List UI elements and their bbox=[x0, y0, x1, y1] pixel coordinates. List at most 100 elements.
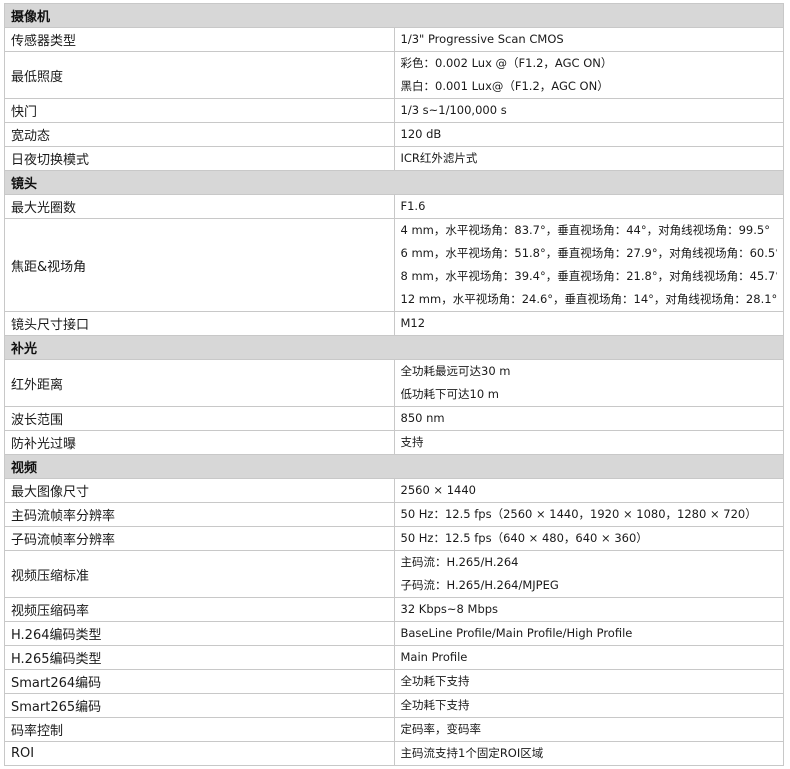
param-value: F1.6 bbox=[393, 194, 784, 219]
spec-row: 镜头尺寸接口 M12 bbox=[4, 311, 784, 336]
spec-row: 码率控制 定码率，变码率 bbox=[4, 717, 784, 742]
spec-row: 视频压缩码率 32 Kbps~8 Mbps bbox=[4, 597, 784, 622]
param-name: 最低照度 bbox=[4, 51, 395, 99]
spec-row: 最大图像尺寸 2560 × 1440 bbox=[4, 478, 784, 503]
param-value-line: 2560 × 1440 bbox=[400, 483, 476, 497]
param-name: 红外距离 bbox=[4, 359, 395, 407]
param-value: ICR红外滤片式 bbox=[393, 146, 784, 171]
param-name: 主码流帧率分辨率 bbox=[4, 502, 395, 527]
spec-row: 日夜切换模式 ICR红外滤片式 bbox=[4, 146, 784, 171]
section-header-row: 视频 bbox=[4, 454, 784, 479]
spec-row: H.264编码类型 BaseLine Profile/Main Profile/H… bbox=[4, 621, 784, 646]
spec-row: 波长范围 850 nm bbox=[4, 406, 784, 431]
param-value: 支持 bbox=[393, 430, 784, 455]
param-value: 1/3 s~1/100,000 s bbox=[393, 98, 784, 123]
param-name: Smart264编码 bbox=[4, 669, 395, 694]
param-value: 1/3" Progressive Scan CMOS bbox=[393, 27, 784, 52]
param-value-line: 50 Hz：12.5 fps（2560 × 1440，1920 × 1080，1… bbox=[400, 507, 757, 521]
param-value-line: 4 mm，水平视场角：83.7°，垂直视场角：44°，对角线视场角：99.5° bbox=[400, 223, 770, 237]
section-title: 摄像机 bbox=[4, 3, 784, 28]
param-value: 850 nm bbox=[393, 406, 784, 431]
spec-row: 红外距离 全功耗最远可达30 m 低功耗下可达10 m bbox=[4, 359, 784, 407]
param-value-line: 黑白：0.001 Lux@（F1.2，AGC ON） bbox=[400, 79, 609, 93]
param-value: 50 Hz：12.5 fps（2560 × 1440，1920 × 1080，1… bbox=[393, 502, 784, 527]
param-value-line: 120 dB bbox=[400, 127, 442, 141]
param-value: 4 mm，水平视场角：83.7°，垂直视场角：44°，对角线视场角：99.5° 6… bbox=[393, 218, 784, 312]
spec-row: Smart265编码 全功耗下支持 bbox=[4, 693, 784, 718]
param-value-line: 32 Kbps~8 Mbps bbox=[400, 602, 499, 616]
param-value-line: 50 Hz：12.5 fps（640 × 480，640 × 360） bbox=[400, 531, 648, 545]
param-value-line: 子码流：H.265/H.264/MJPEG bbox=[400, 578, 559, 592]
spec-row: H.265编码类型 Main Profile bbox=[4, 645, 784, 670]
param-name: 日夜切换模式 bbox=[4, 146, 395, 171]
param-value: 120 dB bbox=[393, 122, 784, 147]
spec-row: 快门 1/3 s~1/100,000 s bbox=[4, 98, 784, 123]
section-header-row: 摄像机 bbox=[4, 3, 784, 28]
param-name: 防补光过曝 bbox=[4, 430, 395, 455]
param-value-line: 全功耗最远可达30 m bbox=[400, 364, 511, 378]
param-name: 最大图像尺寸 bbox=[4, 478, 395, 503]
param-value: 32 Kbps~8 Mbps bbox=[393, 597, 784, 622]
param-value: 50 Hz：12.5 fps（640 × 480，640 × 360） bbox=[393, 526, 784, 551]
param-name: ROI bbox=[4, 741, 395, 766]
param-name: H.264编码类型 bbox=[4, 621, 395, 646]
param-value: 彩色：0.002 Lux @（F1.2，AGC ON） 黑白：0.001 Lux@… bbox=[393, 51, 784, 99]
param-value-line: 1/3 s~1/100,000 s bbox=[400, 103, 507, 117]
param-value-line: 8 mm，水平视场角：39.4°，垂直视场角：21.8°，对角线视场角：45.7… bbox=[400, 269, 778, 283]
section-title: 镜头 bbox=[4, 170, 784, 195]
param-value-line: 850 nm bbox=[400, 411, 445, 425]
param-value: 定码率，变码率 bbox=[393, 717, 784, 742]
spec-row: 子码流帧率分辨率 50 Hz：12.5 fps（640 × 480，640 × 3… bbox=[4, 526, 784, 551]
section-title: 补光 bbox=[4, 335, 784, 360]
param-name: 焦距&视场角 bbox=[4, 218, 395, 312]
param-value-line: 12 mm，水平视场角：24.6°，垂直视场角：14°，对角线视场角：28.1° bbox=[400, 292, 778, 306]
param-value: 全功耗最远可达30 m 低功耗下可达10 m bbox=[393, 359, 784, 407]
param-value: BaseLine Profile/Main Profile/High Profi… bbox=[393, 621, 784, 646]
param-value: M12 bbox=[393, 311, 784, 336]
spec-table: 摄像机 传感器类型 1/3" Progressive Scan CMOS 最低照度 彩色… bbox=[4, 3, 784, 766]
param-value-line: 全功耗下支持 bbox=[400, 698, 470, 712]
param-value-line: 支持 bbox=[400, 435, 424, 449]
param-value-line: 1/3" Progressive Scan CMOS bbox=[400, 32, 564, 46]
param-value: 全功耗下支持 bbox=[393, 693, 784, 718]
param-value: 全功耗下支持 bbox=[393, 669, 784, 694]
param-name: 传感器类型 bbox=[4, 27, 395, 52]
param-name: 视频压缩标准 bbox=[4, 550, 395, 598]
spec-row: ROI 主码流支持1个固定ROI区域 bbox=[4, 741, 784, 766]
param-name: 波长范围 bbox=[4, 406, 395, 431]
param-value-line: 6 mm，水平视场角：51.8°，垂直视场角：27.9°，对角线视场角：60.5… bbox=[400, 246, 778, 260]
spec-sheet: 摄像机 传感器类型 1/3" Progressive Scan CMOS 最低照度 彩色… bbox=[4, 3, 784, 766]
spec-row: 焦距&视场角 4 mm，水平视场角：83.7°，垂直视场角：44°，对角线视场角：… bbox=[4, 218, 784, 312]
param-name: Smart265编码 bbox=[4, 693, 395, 718]
spec-row: 防补光过曝 支持 bbox=[4, 430, 784, 455]
section-header-row: 补光 bbox=[4, 335, 784, 360]
param-value: Main Profile bbox=[393, 645, 784, 670]
spec-row: Smart264编码 全功耗下支持 bbox=[4, 669, 784, 694]
spec-table-body: 摄像机 传感器类型 1/3" Progressive Scan CMOS 最低照度 彩色… bbox=[4, 3, 784, 766]
param-name: 镜头尺寸接口 bbox=[4, 311, 395, 336]
param-value: 2560 × 1440 bbox=[393, 478, 784, 503]
spec-row: 宽动态 120 dB bbox=[4, 122, 784, 147]
param-value-line: BaseLine Profile/Main Profile/High Profi… bbox=[400, 626, 633, 640]
param-value: 主码流支持1个固定ROI区域 bbox=[393, 741, 784, 766]
spec-row: 传感器类型 1/3" Progressive Scan CMOS bbox=[4, 27, 784, 52]
param-value-line: 低功耗下可达10 m bbox=[400, 387, 500, 401]
section-title: 视频 bbox=[4, 454, 784, 479]
section-header-row: 镜头 bbox=[4, 170, 784, 195]
param-value-line: Main Profile bbox=[400, 650, 468, 664]
spec-row: 主码流帧率分辨率 50 Hz：12.5 fps（2560 × 1440，1920 … bbox=[4, 502, 784, 527]
param-name: H.265编码类型 bbox=[4, 645, 395, 670]
param-value-line: M12 bbox=[400, 316, 426, 330]
param-value-line: 主码流：H.265/H.264 bbox=[400, 555, 519, 569]
spec-row: 最大光圈数 F1.6 bbox=[4, 194, 784, 219]
spec-row: 最低照度 彩色：0.002 Lux @（F1.2，AGC ON） 黑白：0.001 … bbox=[4, 51, 784, 99]
param-name: 快门 bbox=[4, 98, 395, 123]
param-value-line: ICR红外滤片式 bbox=[400, 151, 478, 165]
param-value: 主码流：H.265/H.264 子码流：H.265/H.264/MJPEG bbox=[393, 550, 784, 598]
param-value-line: 定码率，变码率 bbox=[400, 722, 482, 736]
param-value-line: 主码流支持1个固定ROI区域 bbox=[400, 746, 544, 760]
param-name: 子码流帧率分辨率 bbox=[4, 526, 395, 551]
param-value-line: 全功耗下支持 bbox=[400, 674, 470, 688]
param-name: 最大光圈数 bbox=[4, 194, 395, 219]
param-name: 宽动态 bbox=[4, 122, 395, 147]
